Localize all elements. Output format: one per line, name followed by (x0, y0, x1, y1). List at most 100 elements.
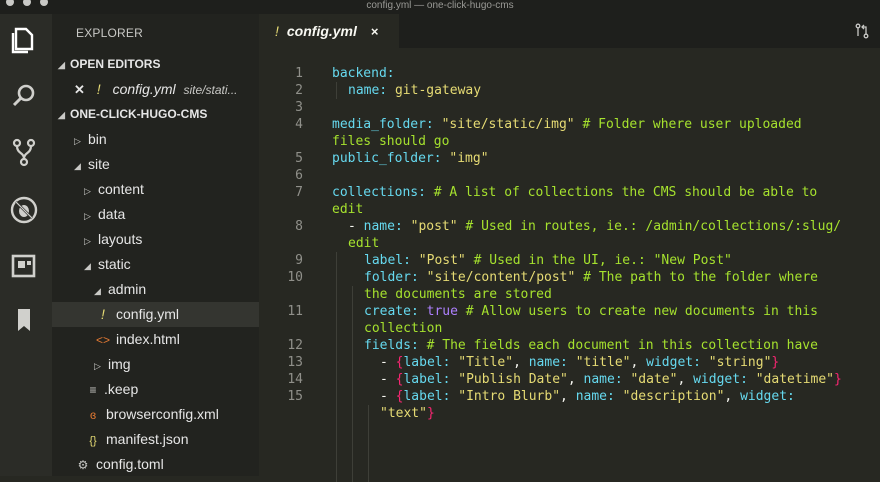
tree-item-index-html[interactable]: <> index.html (52, 327, 259, 352)
indent-guide (336, 82, 337, 99)
code-sep: , (677, 372, 694, 387)
explorer-icon[interactable] (8, 24, 40, 56)
code-comment: # Used in the UI, ie.: "New Post" (465, 253, 732, 268)
code-key: widget: (740, 389, 803, 404)
search-icon[interactable] (8, 80, 40, 112)
tree-label: content (98, 181, 144, 197)
code-sep: , (724, 389, 741, 404)
code-key: label: (403, 355, 459, 370)
tree-item-content[interactable]: ▷ content (52, 177, 259, 202)
line-number: 5 (295, 151, 303, 166)
code-key: backend: (332, 66, 395, 81)
tree-label: config.yml (116, 306, 180, 322)
line-number: 1 (295, 66, 303, 81)
tree-item-layouts[interactable]: ▷ layouts (52, 227, 259, 252)
bookmark-icon[interactable] (8, 304, 40, 336)
tree-item-keep[interactable]: ≡ .keep (52, 377, 259, 402)
open-editor-item[interactable]: ✕ ! config.yml site/stati... (52, 77, 259, 102)
code-key: widget: (693, 372, 756, 387)
code-string: "site/content/post" (426, 270, 576, 285)
tree-item-bin[interactable]: ▷ bin (52, 127, 259, 152)
code-key: widget: (646, 355, 709, 370)
code-key: fields: (364, 338, 427, 353)
tree-item-site[interactable]: ◢ site (52, 152, 259, 177)
tree-item-browserconfig[interactable]: ɞ browserconfig.xml (52, 402, 259, 427)
activity-bar (0, 14, 52, 476)
code-string: "datetime" (755, 372, 835, 387)
code-line-wrap: files should go (332, 133, 449, 150)
line-number: 12 (287, 338, 303, 353)
code-line: backend: (332, 65, 395, 82)
code-string: "text" (380, 406, 427, 421)
tree-item-config-toml[interactable]: ⚙ config.toml (52, 452, 259, 477)
yaml-icon: ! (96, 81, 101, 97)
open-changes-icon[interactable] (854, 23, 870, 39)
line-number: 9 (295, 253, 303, 268)
tab-config-yml[interactable]: ! config.yml × (259, 14, 399, 48)
chevron-right-icon: ▷ (94, 361, 101, 371)
rss-icon: ɞ (89, 408, 97, 422)
line-number: 10 (287, 270, 303, 285)
tree-item-data[interactable]: ▷ data (52, 202, 259, 227)
code-line: - {label: "Intro Blurb", name: "descript… (380, 388, 803, 405)
html-icon: <> (95, 333, 110, 347)
code-line-wrap: edit (348, 235, 379, 252)
project-label: ONE-CLICK-HUGO-CMS (70, 107, 208, 121)
tree-label: layouts (98, 231, 143, 247)
yaml-icon: ! (101, 306, 105, 322)
code-key: collections: (332, 185, 434, 200)
code-comment: collection (364, 321, 443, 336)
line-number: 8 (295, 219, 303, 234)
code-line: media_folder: "site/static/img" # Folder… (332, 116, 802, 133)
source-control-icon[interactable] (8, 136, 40, 168)
code-string: "title" (575, 355, 631, 370)
chevron-down-icon: ◢ (58, 110, 65, 120)
code-line: create: true # Allow users to create new… (364, 303, 818, 320)
code-string: "Title" (458, 355, 514, 370)
code-string: "date" (630, 372, 678, 387)
tree-label: browserconfig.xml (106, 406, 219, 422)
code-line: label: "Post" # Used in the UI, ie.: "Ne… (364, 252, 732, 269)
tree-item-config-yml[interactable]: ! config.yml (52, 302, 259, 327)
extensions-icon[interactable] (8, 250, 40, 282)
code-key: media_folder: (332, 117, 442, 132)
code-string: "post" (410, 219, 458, 234)
code-key: name: (583, 372, 631, 387)
line-number: 15 (287, 389, 303, 404)
code-dash: - (348, 219, 364, 234)
window-title: config.yml — one-click-hugo-cms (366, 0, 514, 11)
code-line: - {label: "Publish Date", name: "date", … (380, 371, 842, 388)
code-editor[interactable]: 1 2 3 4 5 6 7 8 9 10 11 12 13 14 15 back… (259, 48, 880, 482)
code-dash: - (380, 372, 396, 387)
close-editor-icon[interactable]: ✕ (74, 82, 85, 97)
code-key: name: (348, 83, 395, 98)
tree-item-static[interactable]: ◢ static (52, 252, 259, 277)
code-key: label: (364, 253, 419, 268)
json-icon: {} (89, 435, 97, 447)
open-editors-section[interactable]: ◢ OPEN EDITORS (52, 52, 259, 77)
code-string: "Post" (418, 253, 466, 268)
code-line: folder: "site/content/post" # The path t… (364, 269, 818, 286)
code-boolean: true (426, 304, 458, 319)
tree-item-manifest[interactable]: {} manifest.json (52, 427, 259, 452)
code-dash: - (380, 355, 396, 370)
close-tab-icon[interactable]: × (371, 24, 379, 39)
tab-label: config.yml (286, 23, 357, 39)
code-sep: , (630, 355, 647, 370)
editor-area: ! config.yml × 1 2 3 4 5 6 7 8 9 10 11 12 … (259, 14, 880, 482)
debug-icon[interactable] (8, 194, 40, 226)
chevron-down-icon: ◢ (84, 261, 91, 271)
code-line: public_folder: "img" (332, 150, 489, 167)
code-comment: files should go (332, 134, 450, 149)
code-key: public_folder: (332, 151, 450, 166)
code-string: "string" (708, 355, 772, 370)
tree-label: index.html (116, 331, 180, 347)
code-sep: , (513, 355, 529, 370)
project-section[interactable]: ◢ ONE-CLICK-HUGO-CMS (52, 102, 259, 127)
tree-item-admin[interactable]: ◢ admin (52, 277, 259, 302)
tree-label: admin (108, 281, 147, 297)
tree-item-img[interactable]: ▷ img (52, 352, 259, 377)
code-brace: } (426, 406, 435, 421)
chevron-down-icon: ◢ (58, 60, 65, 70)
gear-file-icon: ⚙ (77, 458, 89, 472)
